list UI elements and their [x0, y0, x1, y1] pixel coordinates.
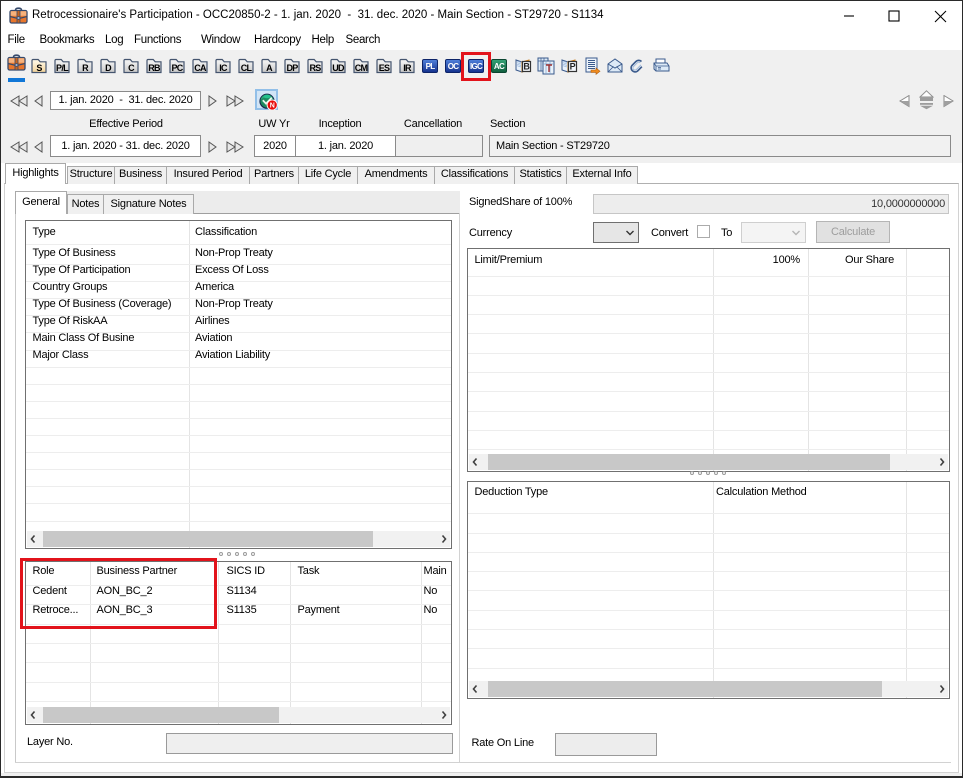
svg-text:N: N [270, 103, 275, 110]
svg-text:B: B [523, 62, 530, 72]
svg-text:P: P [570, 62, 576, 72]
